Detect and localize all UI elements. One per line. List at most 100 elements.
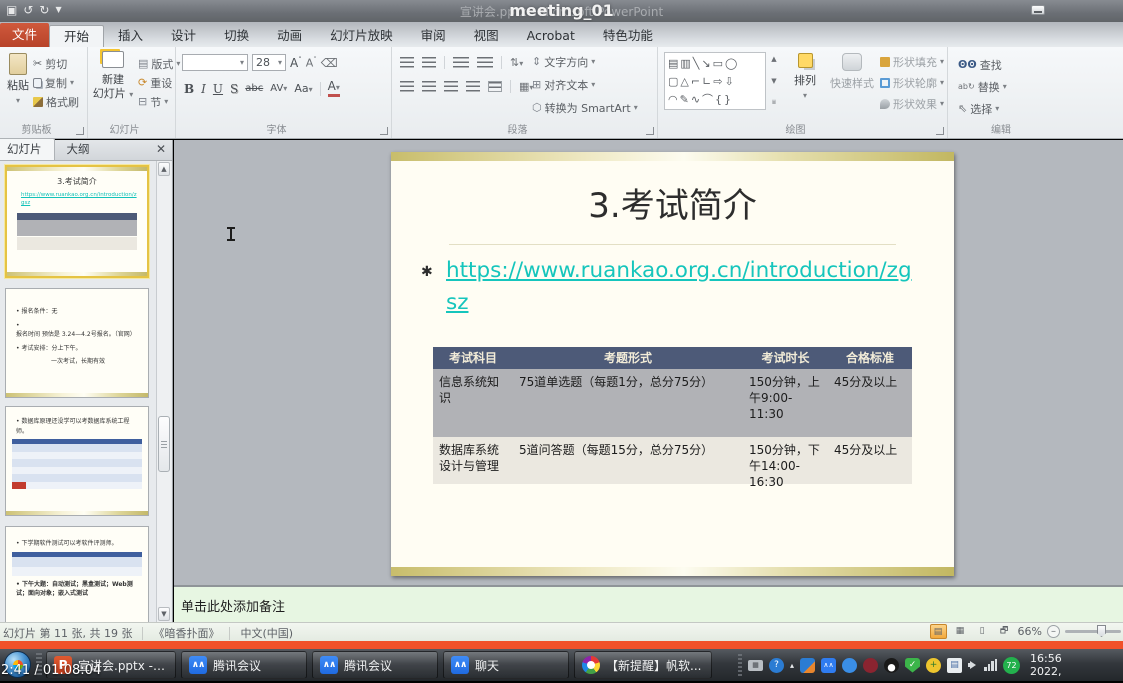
select-button[interactable]: ⇖ 选择▾ bbox=[958, 99, 1007, 118]
layout-button[interactable]: ▤ 版式▾ bbox=[138, 54, 180, 73]
align-right-icon[interactable] bbox=[444, 81, 458, 92]
docs-tray-icon[interactable] bbox=[800, 658, 815, 673]
font-dialog-launcher[interactable] bbox=[380, 127, 388, 135]
char-spacing-button[interactable]: AV▾ bbox=[270, 83, 287, 94]
shapes-gallery-scroll[interactable]: ▲ ▼ ⩸ bbox=[768, 52, 780, 110]
tab-special-features[interactable]: 特色功能 bbox=[589, 25, 667, 47]
qq-browser-tray-icon[interactable] bbox=[842, 658, 857, 673]
shape-fill-button[interactable]: 形状填充▾ bbox=[880, 52, 944, 71]
copy-button[interactable]: 复制▾ bbox=[33, 73, 79, 92]
scroll-down-icon[interactable]: ▼ bbox=[771, 77, 776, 85]
table-cell[interactable]: 5道问答题（每题15分，总分75分） bbox=[513, 437, 743, 484]
quick-styles-button[interactable]: 快速样式 bbox=[828, 53, 876, 91]
slide-thumbnail-1[interactable]: 3.考试简介 https://www.ruankao.org.cn/introd… bbox=[5, 165, 149, 278]
scrollbar-up-icon[interactable]: ▲ bbox=[158, 162, 170, 176]
shadow-button[interactable]: S bbox=[230, 82, 238, 96]
justify-icon[interactable] bbox=[466, 81, 480, 92]
notes-pane[interactable]: 单击此处添加备注 bbox=[174, 585, 1123, 622]
convert-smartart-button[interactable]: ⬡ 转换为 SmartArt▾ bbox=[532, 98, 638, 117]
security-shield-icon[interactable]: ✓ bbox=[905, 658, 920, 673]
taskbar-browser-button[interactable]: 【新提醒】帆软... bbox=[574, 651, 712, 679]
volume-icon[interactable] bbox=[968, 661, 978, 669]
antivirus-tray-icon[interactable]: + bbox=[926, 658, 941, 673]
zoom-level[interactable]: 66% bbox=[1018, 625, 1042, 638]
zoom-slider[interactable] bbox=[1065, 630, 1121, 633]
font-size-combo[interactable]: 28▾ bbox=[252, 54, 286, 71]
normal-view-button[interactable]: ▤ bbox=[930, 624, 947, 639]
change-case-button[interactable]: Aa▾ bbox=[294, 82, 312, 95]
numbering-icon[interactable] bbox=[422, 57, 436, 68]
slide-sorter-button[interactable]: ▦ bbox=[952, 624, 969, 639]
battery-indicator[interactable]: 72 bbox=[1003, 657, 1020, 674]
tab-transitions[interactable]: 切换 bbox=[210, 25, 263, 47]
tab-animations[interactable]: 动画 bbox=[263, 25, 316, 47]
gallery-expand-icon[interactable]: ⩸ bbox=[772, 98, 776, 107]
table-cell[interactable]: 45分及以上 bbox=[828, 369, 912, 437]
shape-effects-button[interactable]: 形状效果▾ bbox=[880, 94, 944, 113]
notes-placeholder[interactable]: 单击此处添加备注 bbox=[181, 596, 285, 615]
table-header-cell[interactable]: 合格标准 bbox=[828, 347, 912, 369]
slide-thumbnail-4[interactable]: • 下学期软件测试可以考软件评测师。 • 下午大题：自动测试；黑盒测试；Web测… bbox=[5, 526, 149, 622]
new-slide-button[interactable]: 新建 幻灯片 ▾ bbox=[90, 51, 136, 100]
tab-insert[interactable]: 插入 bbox=[104, 25, 157, 47]
meeting-tray-icon[interactable]: ∧∧ bbox=[821, 658, 836, 673]
table-header-cell[interactable]: 考试科目 bbox=[433, 347, 513, 369]
section-button[interactable]: ⊟ 节▾ bbox=[138, 92, 180, 111]
table-header-cell[interactable]: 考题形式 bbox=[513, 347, 743, 369]
arrange-button[interactable]: 排列▾ bbox=[786, 53, 824, 101]
table-cell[interactable]: 150分钟，上午9:00-11:30 bbox=[743, 369, 828, 437]
qq-penguin-icon[interactable] bbox=[884, 658, 899, 673]
red-app-tray-icon[interactable] bbox=[863, 658, 878, 673]
scrollbar-thumb[interactable] bbox=[158, 416, 170, 472]
table-cell[interactable]: 150分钟，下午14:00-16:30 bbox=[743, 437, 828, 484]
zoom-out-button[interactable]: – bbox=[1047, 625, 1060, 638]
tab-home[interactable]: 开始 bbox=[49, 25, 104, 47]
align-text-button[interactable]: ⊞ 对齐文本▾ bbox=[532, 75, 638, 94]
distribute-icon[interactable] bbox=[488, 81, 502, 92]
drawing-dialog-launcher[interactable] bbox=[936, 127, 944, 135]
slideshow-button[interactable]: 🗗 bbox=[996, 624, 1013, 639]
decrease-indent-icon[interactable] bbox=[453, 57, 469, 68]
tab-design[interactable]: 设计 bbox=[157, 25, 210, 47]
slide-hyperlink[interactable]: https://www.ruankao.org.cn/introduction/… bbox=[446, 255, 928, 319]
panel-scrollbar[interactable]: ▲ ▼ bbox=[156, 161, 171, 622]
shrink-font-button[interactable]: A˅ bbox=[306, 56, 317, 70]
cut-button[interactable]: ✂剪切 bbox=[33, 54, 79, 73]
underline-button[interactable]: U bbox=[213, 82, 223, 96]
increase-indent-icon[interactable] bbox=[477, 57, 493, 68]
bold-button[interactable]: B bbox=[184, 82, 194, 96]
text-direction-button[interactable]: ⇕ 文字方向▾ bbox=[532, 52, 638, 71]
clipboard-tray-icon[interactable]: ▤ bbox=[947, 658, 962, 673]
panel-tab-slides[interactable]: 幻灯片 bbox=[0, 138, 55, 160]
bullets-icon[interactable] bbox=[400, 57, 414, 68]
replace-button[interactable]: ab↻ 替换▾ bbox=[958, 77, 1007, 96]
help-icon[interactable]: ? bbox=[769, 658, 784, 673]
align-center-icon[interactable] bbox=[422, 81, 436, 92]
tab-acrobat[interactable]: Acrobat bbox=[513, 25, 589, 47]
tab-file[interactable]: 文件 bbox=[0, 23, 49, 47]
font-color-button[interactable]: A▾ bbox=[328, 80, 340, 97]
line-spacing-icon[interactable]: ⇅▾ bbox=[510, 56, 523, 69]
italic-button[interactable]: I bbox=[201, 82, 206, 96]
grow-font-button[interactable]: A˄ bbox=[290, 56, 302, 70]
table-cell[interactable]: 数据库系统设计与管理 bbox=[433, 437, 513, 484]
clear-formatting-button[interactable]: ⌫ bbox=[321, 56, 338, 70]
paragraph-dialog-launcher[interactable] bbox=[646, 127, 654, 135]
table-cell[interactable]: 信息系统知识 bbox=[433, 369, 513, 437]
font-name-combo[interactable]: ▾ bbox=[182, 54, 248, 71]
zoom-slider-handle[interactable] bbox=[1097, 625, 1106, 637]
table-cell[interactable]: 45分及以上 bbox=[828, 437, 912, 484]
taskbar-clock[interactable]: 16:56 2022, bbox=[1030, 652, 1062, 678]
taskbar-meeting-button-2[interactable]: ∧∧ 腾讯会议 bbox=[312, 651, 438, 679]
network-signal-icon[interactable] bbox=[984, 659, 997, 671]
slide-thumbnail-3[interactable]: • 数据库原理还没学可以考数据库系统工程师。 bbox=[5, 406, 149, 516]
shapes-gallery[interactable]: ▤▥╲↘▭◯ ▢△⌐∟⇨⇩ ◠✎∿⌒{} bbox=[664, 52, 766, 110]
input-keyboard-icon[interactable]: ▦ bbox=[748, 660, 763, 671]
paste-button[interactable]: 粘贴▾ bbox=[4, 53, 32, 106]
find-button[interactable]: ꙨꙨ 查找 bbox=[958, 55, 1007, 74]
clipboard-dialog-launcher[interactable] bbox=[76, 127, 84, 135]
table-header-cell[interactable]: 考试时长 bbox=[743, 347, 828, 369]
slide-table[interactable]: 考试科目 考题形式 考试时长 合格标准 信息系统知识 75道单选题（每题1分，总… bbox=[433, 347, 912, 484]
shape-outline-button[interactable]: 形状轮廓▾ bbox=[880, 73, 944, 92]
minimize-button[interactable] bbox=[1031, 5, 1045, 15]
